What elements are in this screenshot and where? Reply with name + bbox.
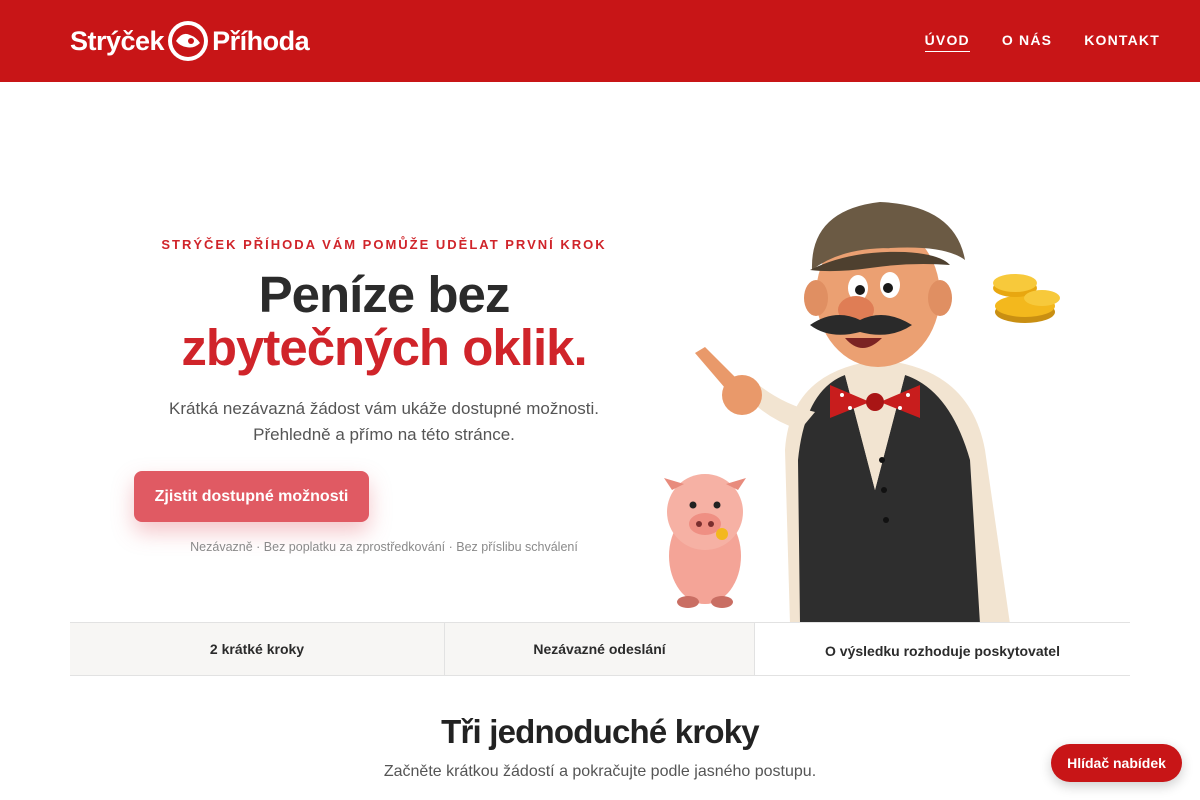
nav-item-o-nas[interactable]: O NÁS — [1002, 32, 1052, 52]
nav-item-kontakt[interactable]: KONTAKT — [1084, 32, 1160, 52]
hero-illustration — [664, 202, 1060, 624]
mascot-uncle-icon — [695, 202, 1010, 624]
nav-item-uvod[interactable]: ÚVOD — [924, 32, 970, 52]
offer-watch-button[interactable]: Hlídač nabídek — [1051, 744, 1182, 782]
hero-kicker: STRÝČEK PŘÍHODA VÁM POMŮŽE UDĚLAT PRVNÍ … — [161, 237, 607, 252]
check-options-button[interactable]: Zjistit dostupné možnosti — [134, 471, 369, 522]
feature-strip: 2 krátké kroky Nezávazné odeslání O výsl… — [70, 622, 1130, 676]
hero-lead-line2: Přehledně a přímo na této stránce. — [253, 425, 515, 444]
hero-title: Peníze bez zbytečných oklik. — [134, 268, 634, 374]
hero-title-line2: zbytečných oklik. — [181, 319, 587, 376]
feature-item: O výsledku rozhoduje poskytovatel — [755, 623, 1130, 675]
hero-lead-line1: Krátká nezávazná žádost vám ukáže dostup… — [169, 399, 599, 418]
hero-title-line1: Peníze bez — [258, 266, 511, 323]
logo-text-right: Příhoda — [212, 25, 310, 56]
hero-lead: Krátká nezávazná žádost vám ukáže dostup… — [134, 396, 634, 448]
feature-item: 2 krátké kroky — [70, 623, 445, 675]
logo-seal-icon — [168, 21, 209, 61]
main-nav: ÚVOD O NÁS KONTAKT — [924, 32, 1160, 52]
feature-item: Nezávazné odeslání — [445, 623, 755, 675]
steps-subtitle: Začněte krátkou žádostí a pokračujte pod… — [383, 763, 817, 780]
hero-fineprint: Nezávazně · Bez poplatku za zprostředkov… — [190, 540, 578, 554]
site-logo[interactable]: Strýček Příhoda — [70, 18, 310, 64]
piggy-icon — [664, 474, 746, 608]
logo-text-left: Strýček — [70, 25, 165, 56]
coins-icon — [993, 274, 1060, 323]
steps-title: Tři jednoduché kroky — [441, 713, 760, 750]
site-header: Strýček Příhoda ÚVOD O NÁS KONTAKT — [0, 0, 1200, 82]
